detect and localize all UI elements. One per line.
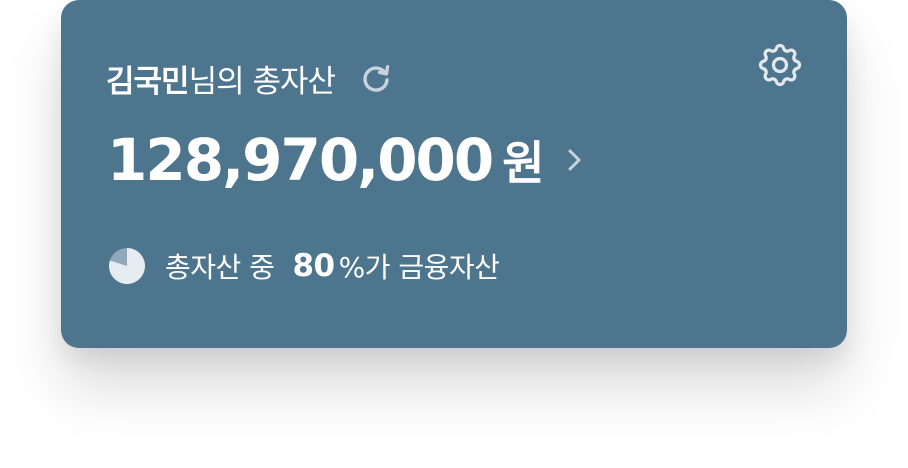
financial-percent: 80: [292, 248, 335, 284]
pie-chart-icon: [107, 246, 147, 286]
total-assets-card: 김국민 님의 총자산 128,970,000 원 총자산 중 80 %가 금융자…: [61, 0, 847, 348]
user-name: 김국민: [106, 63, 190, 100]
total-amount: 128,970,000: [107, 126, 494, 194]
gear-icon: [758, 43, 802, 87]
refresh-icon: [363, 65, 390, 92]
asset-summary: 총자산 중 80 %가 금융자산: [107, 244, 500, 288]
title-suffix: 님의 총자산: [188, 63, 336, 100]
summary-suffix: %가 금융자산: [338, 251, 500, 284]
chevron-right-icon: [560, 140, 590, 180]
summary-prefix: 총자산 중: [165, 251, 275, 284]
settings-button[interactable]: [752, 37, 808, 93]
card-title: 김국민 님의 총자산: [106, 56, 395, 100]
total-amount-link[interactable]: 128,970,000 원: [107, 126, 590, 194]
currency-unit: 원: [502, 136, 544, 190]
refresh-button[interactable]: [357, 59, 395, 97]
